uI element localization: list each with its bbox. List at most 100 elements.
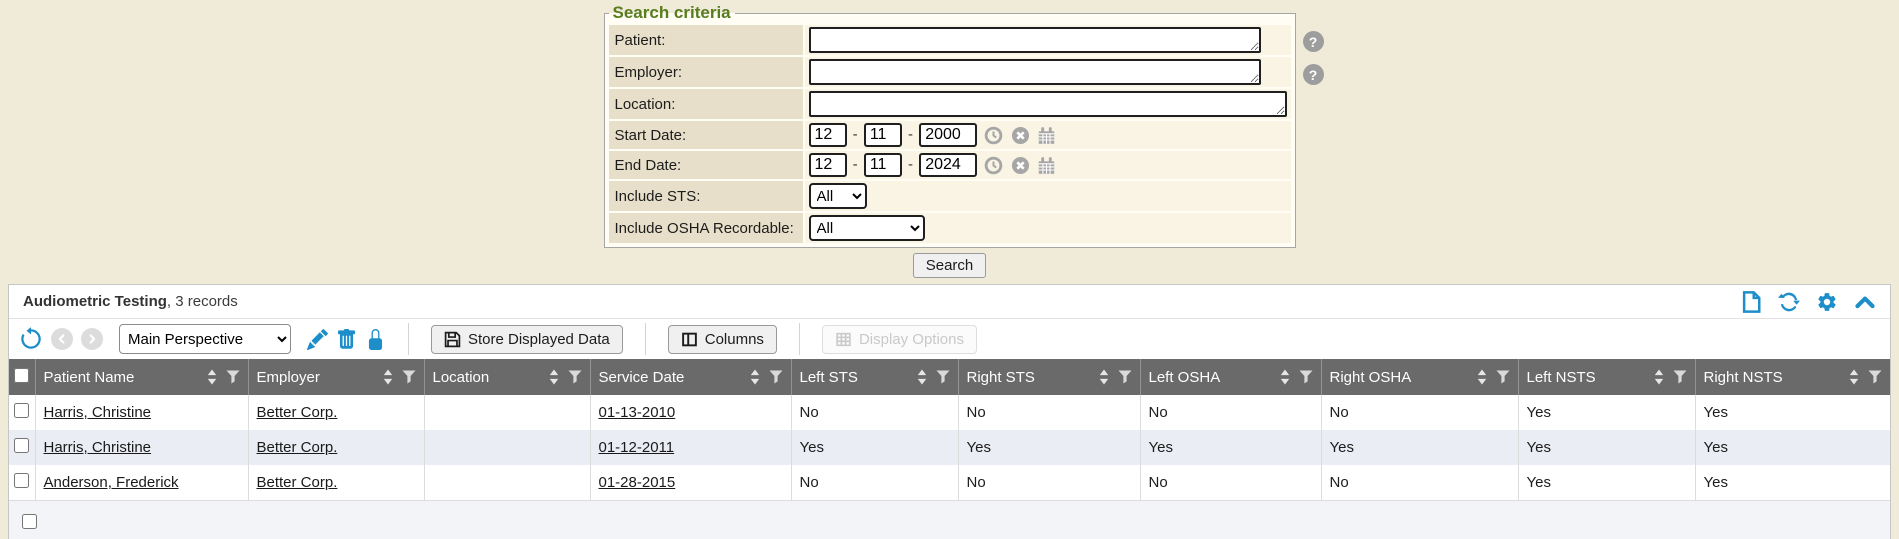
col-header-service-date[interactable]: Service Date	[590, 359, 791, 395]
lock-icon[interactable]	[365, 329, 386, 350]
cell-right-osha: No	[1321, 395, 1518, 430]
filter-funnel-icon[interactable]	[1868, 370, 1882, 384]
filter-funnel-icon[interactable]	[568, 370, 582, 384]
employer-input[interactable]	[809, 59, 1261, 85]
include-sts-label: Include STS:	[609, 181, 803, 211]
filter-funnel-icon[interactable]	[936, 370, 950, 384]
end-year-input[interactable]	[919, 153, 977, 177]
end-month-input[interactable]	[809, 153, 847, 177]
col-header-patient-name[interactable]: Patient Name	[35, 359, 248, 395]
settings-gear-icon[interactable]	[1816, 291, 1838, 313]
perspective-select[interactable]: Main Perspective	[119, 324, 291, 354]
start-date-clear-icon[interactable]	[1011, 126, 1030, 145]
col-header-right-sts[interactable]: Right STS	[958, 359, 1140, 395]
col-header-left-nsts[interactable]: Left NSTS	[1518, 359, 1695, 395]
service-date-link[interactable]: 01-28-2015	[599, 474, 676, 491]
cell-right-nsts: Yes	[1695, 430, 1890, 465]
end-day-input[interactable]	[864, 153, 902, 177]
start-date-calendar-icon[interactable]	[1037, 126, 1056, 145]
location-row: Location:	[609, 89, 1291, 119]
date-separator: -	[908, 126, 913, 143]
end-date-label: End Date:	[609, 151, 803, 179]
col-header-right-nsts[interactable]: Right NSTS	[1695, 359, 1890, 395]
store-displayed-data-button[interactable]: Store Displayed Data	[431, 325, 623, 354]
sort-icon[interactable]	[1849, 369, 1859, 385]
date-separator: -	[908, 156, 913, 173]
cell-employer: Better Corp.	[248, 465, 424, 500]
sort-icon[interactable]	[1477, 369, 1487, 385]
patient-link[interactable]: Anderson, Frederick	[44, 474, 179, 491]
filter-funnel-icon[interactable]	[1673, 370, 1687, 384]
location-label: Location:	[609, 89, 803, 119]
end-date-clock-icon[interactable]	[984, 156, 1003, 175]
filter-funnel-icon[interactable]	[226, 370, 240, 384]
patient-help-icon[interactable]: ?	[1303, 31, 1324, 52]
filter-funnel-icon[interactable]	[769, 370, 783, 384]
new-document-icon[interactable]	[1740, 291, 1762, 313]
employer-link[interactable]: Better Corp.	[257, 404, 338, 421]
filter-funnel-icon[interactable]	[1299, 370, 1313, 384]
col-header-employer[interactable]: Employer	[248, 359, 424, 395]
search-criteria-fieldset: Search criteria Patient: Employer: Locat…	[604, 3, 1296, 248]
columns-button[interactable]: Columns	[668, 325, 777, 354]
patient-input[interactable]	[809, 27, 1261, 53]
sort-icon[interactable]	[383, 369, 393, 385]
start-date-clock-icon[interactable]	[984, 126, 1003, 145]
start-date-row: Start Date: - -	[609, 121, 1291, 149]
panel-title: Audiometric Testing, 3 records	[23, 293, 1740, 310]
patient-link[interactable]: Harris, Christine	[44, 404, 152, 421]
end-date-clear-icon[interactable]	[1011, 156, 1030, 175]
sort-icon[interactable]	[1280, 369, 1290, 385]
delete-trash-icon[interactable]	[336, 329, 357, 350]
display-options-label: Display Options	[859, 331, 964, 348]
start-year-input[interactable]	[919, 123, 977, 147]
col-header-right-osha[interactable]: Right OSHA	[1321, 359, 1518, 395]
sort-icon[interactable]	[917, 369, 927, 385]
employer-help-icon[interactable]: ?	[1303, 64, 1324, 85]
footer-checkbox[interactable]	[22, 514, 37, 529]
record-count: , 3 records	[167, 293, 238, 310]
row-checkbox[interactable]	[14, 473, 29, 488]
start-day-input[interactable]	[864, 123, 902, 147]
floppy-save-icon	[444, 331, 461, 348]
cell-patient: Harris, Christine	[35, 395, 248, 430]
cell-right-nsts: Yes	[1695, 465, 1890, 500]
search-button[interactable]: Search	[913, 253, 987, 278]
patient-label: Patient:	[609, 25, 803, 55]
search-criteria-legend: Search criteria	[609, 3, 735, 23]
collapse-panel-chevron-up-icon[interactable]	[1854, 291, 1876, 313]
row-checkbox[interactable]	[14, 403, 29, 418]
cell-service-date: 01-13-2010	[590, 395, 791, 430]
end-date-calendar-icon[interactable]	[1037, 156, 1056, 175]
select-all-checkbox[interactable]	[14, 368, 29, 383]
undo-icon[interactable]	[19, 327, 43, 351]
sort-icon[interactable]	[207, 369, 217, 385]
refresh-icon[interactable]	[1778, 291, 1800, 313]
col-header-left-sts[interactable]: Left STS	[791, 359, 958, 395]
location-input[interactable]	[809, 91, 1287, 117]
start-month-input[interactable]	[809, 123, 847, 147]
service-date-link[interactable]: 01-12-2011	[599, 439, 675, 456]
display-options-button: Display Options	[822, 325, 977, 354]
employer-link[interactable]: Better Corp.	[257, 474, 338, 491]
row-checkbox[interactable]	[14, 438, 29, 453]
sort-icon[interactable]	[549, 369, 559, 385]
edit-pencil-icon[interactable]	[307, 329, 328, 350]
filter-funnel-icon[interactable]	[402, 370, 416, 384]
col-header-location[interactable]: Location	[424, 359, 590, 395]
audiometric-testing-panel: Audiometric Testing, 3 records Main Pers…	[8, 284, 1891, 539]
sort-icon[interactable]	[750, 369, 760, 385]
previous-page-icon	[51, 328, 73, 350]
employer-link[interactable]: Better Corp.	[257, 439, 338, 456]
patient-link[interactable]: Harris, Christine	[44, 439, 152, 456]
filter-funnel-icon[interactable]	[1118, 370, 1132, 384]
sort-icon[interactable]	[1654, 369, 1664, 385]
filter-funnel-icon[interactable]	[1496, 370, 1510, 384]
include-sts-select[interactable]: All	[809, 183, 867, 209]
sort-icon[interactable]	[1099, 369, 1109, 385]
include-osha-recordable-select[interactable]: All	[809, 215, 925, 241]
cell-left-nsts: Yes	[1518, 465, 1695, 500]
display-options-grid-icon	[835, 331, 852, 348]
service-date-link[interactable]: 01-13-2010	[599, 404, 676, 421]
col-header-left-osha[interactable]: Left OSHA	[1140, 359, 1321, 395]
